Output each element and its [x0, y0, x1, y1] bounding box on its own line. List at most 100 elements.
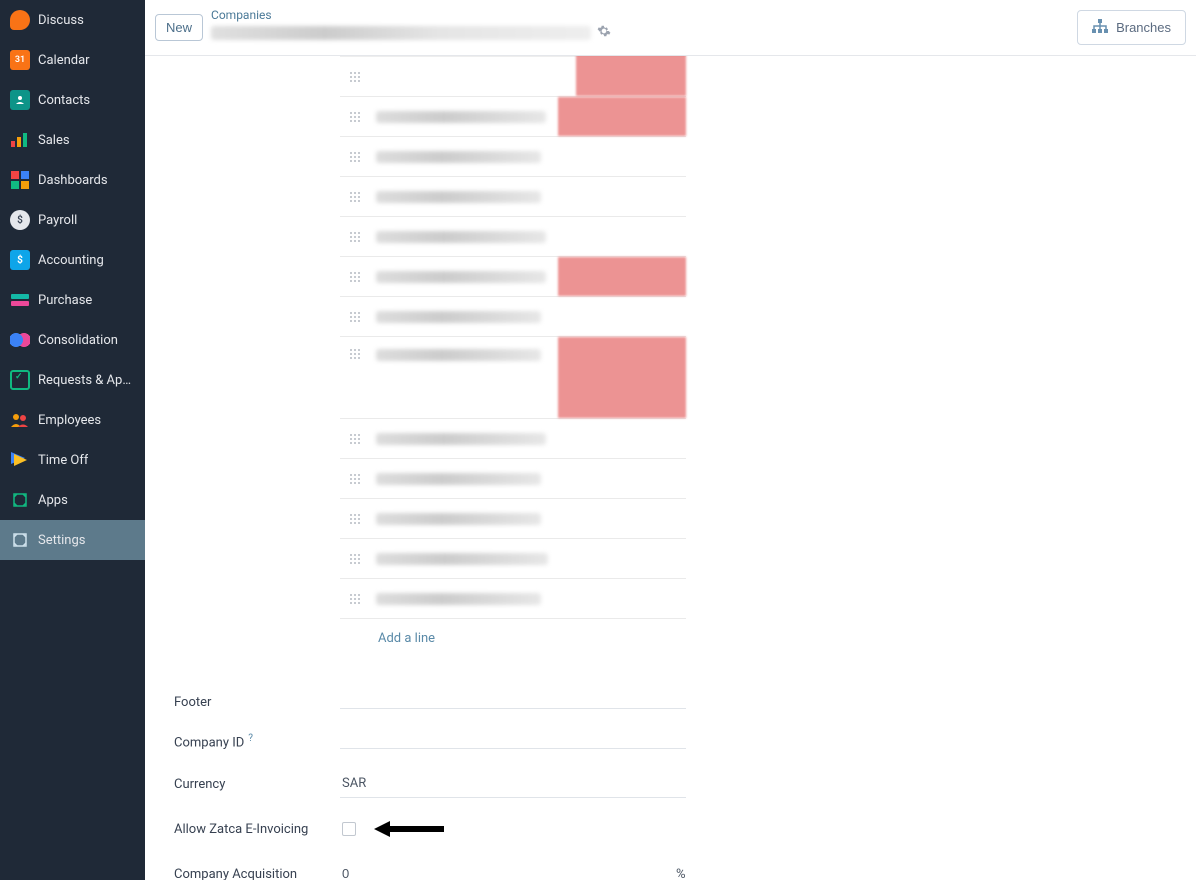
sidebar-item-label: Contacts: [38, 93, 90, 108]
topbar: New Companies Branches: [145, 0, 1196, 56]
sidebar-item-calendar[interactable]: 31 Calendar: [0, 40, 145, 80]
form-fields: Footer Company ID? Currency SAR Allow Za…: [174, 682, 1060, 880]
percent-sign: %: [676, 867, 686, 880]
company-acquisition-label: Company Acquisition: [174, 867, 340, 880]
redacted-text: [376, 349, 541, 361]
new-button[interactable]: New: [155, 14, 203, 41]
redacted-text: [376, 231, 546, 243]
sidebar-item-dashboards[interactable]: Dashboards: [0, 160, 145, 200]
sidebar-item-sales[interactable]: Sales: [0, 120, 145, 160]
help-icon[interactable]: ?: [248, 733, 253, 744]
drag-handle-icon[interactable]: [350, 192, 360, 202]
sidebar-item-timeoff[interactable]: Time Off: [0, 440, 145, 480]
drag-handle-icon[interactable]: [350, 434, 360, 444]
list-item[interactable]: [340, 217, 686, 257]
sidebar-item-discuss[interactable]: Discuss: [0, 0, 145, 40]
consolidation-icon: [10, 330, 30, 350]
redacted-text: [376, 433, 546, 445]
list-item[interactable]: [340, 499, 686, 539]
timeoff-icon: [10, 450, 30, 470]
footer-label: Footer: [174, 695, 340, 710]
sidebar-item-settings[interactable]: Settings: [0, 520, 145, 560]
contacts-icon: [10, 90, 30, 110]
breadcrumb-companies-link[interactable]: Companies: [211, 8, 611, 22]
drag-handle-icon[interactable]: [350, 594, 360, 604]
sidebar-item-accounting[interactable]: $ Accounting: [0, 240, 145, 280]
sidebar-item-consolidation[interactable]: Consolidation: [0, 320, 145, 360]
drag-handle-icon[interactable]: [350, 514, 360, 524]
company-acquisition-input-wrapper: [340, 860, 670, 880]
drag-handle-icon[interactable]: [350, 72, 360, 82]
list-item[interactable]: [340, 419, 686, 459]
list-item[interactable]: [340, 337, 686, 419]
sidebar-item-employees[interactable]: Employees: [0, 400, 145, 440]
dashboards-icon: [10, 170, 30, 190]
list-item[interactable]: [340, 539, 686, 579]
drag-handle-icon[interactable]: [350, 554, 360, 564]
drag-handle-icon[interactable]: [350, 152, 360, 162]
sidebar-item-label: Accounting: [38, 253, 104, 268]
sidebar-item-requests[interactable]: Requests & Ap…: [0, 360, 145, 400]
list-item[interactable]: [340, 57, 686, 97]
sitemap-icon: [1092, 19, 1108, 36]
redacted-text: [376, 151, 541, 163]
sidebar-item-label: Dashboards: [38, 173, 108, 188]
calendar-icon: 31: [10, 50, 30, 70]
redacted-text: [376, 191, 541, 203]
redacted-text: [376, 271, 546, 283]
sidebar-item-label: Calendar: [38, 53, 90, 68]
footer-input[interactable]: [340, 696, 686, 709]
list-item[interactable]: [340, 459, 686, 499]
sidebar-item-apps[interactable]: Apps: [0, 480, 145, 520]
employees-icon: [10, 410, 30, 430]
company-id-input[interactable]: [340, 736, 686, 749]
sidebar: Discuss 31 Calendar Contacts Sales Dashb…: [0, 0, 145, 880]
list-item[interactable]: [340, 137, 686, 177]
sidebar-item-payroll[interactable]: $ Payroll: [0, 200, 145, 240]
payroll-icon: $: [10, 210, 30, 230]
list-item[interactable]: [340, 257, 686, 297]
breadcrumb-title-redacted: [211, 26, 591, 40]
allow-zatca-label: Allow Zatca E-Invoicing: [174, 822, 340, 837]
company-id-label: Company ID?: [174, 733, 340, 750]
sidebar-item-label: Discuss: [38, 13, 84, 28]
list-item[interactable]: [340, 97, 686, 137]
gear-icon[interactable]: [597, 24, 611, 42]
currency-label: Currency: [174, 777, 340, 792]
branches-button[interactable]: Branches: [1077, 10, 1186, 45]
sidebar-item-label: Consolidation: [38, 333, 118, 348]
add-line-link[interactable]: Add a line: [340, 619, 686, 658]
purchase-icon: [10, 290, 30, 310]
line-list: Add a line: [340, 56, 686, 658]
drag-handle-icon[interactable]: [350, 232, 360, 242]
list-item[interactable]: [340, 177, 686, 217]
sidebar-item-label: Employees: [38, 413, 101, 428]
main-content: New Companies Branches: [145, 0, 1196, 880]
discuss-icon: [10, 10, 30, 30]
drag-handle-icon[interactable]: [350, 349, 360, 359]
sidebar-item-label: Time Off: [38, 453, 88, 468]
allow-zatca-checkbox[interactable]: [342, 822, 356, 836]
redacted-text: [376, 111, 546, 123]
drag-handle-icon[interactable]: [350, 474, 360, 484]
drag-handle-icon[interactable]: [350, 312, 360, 322]
redacted-text: [376, 513, 541, 525]
sales-icon: [10, 130, 30, 150]
redacted-text: [376, 593, 541, 605]
sidebar-item-label: Sales: [38, 133, 70, 148]
list-item[interactable]: [340, 579, 686, 619]
redacted-text: [376, 473, 541, 485]
company-acquisition-input[interactable]: [342, 866, 668, 880]
sidebar-item-label: Settings: [38, 533, 85, 548]
requests-icon: [10, 370, 30, 390]
sidebar-item-label: Apps: [38, 493, 68, 508]
drag-handle-icon[interactable]: [350, 112, 360, 122]
currency-select[interactable]: SAR: [340, 770, 686, 798]
sidebar-item-contacts[interactable]: Contacts: [0, 80, 145, 120]
list-item[interactable]: [340, 297, 686, 337]
accounting-icon: $: [10, 250, 30, 270]
redacted-text: [376, 553, 548, 565]
sidebar-item-purchase[interactable]: Purchase: [0, 280, 145, 320]
drag-handle-icon[interactable]: [350, 272, 360, 282]
apps-icon: [10, 490, 30, 510]
